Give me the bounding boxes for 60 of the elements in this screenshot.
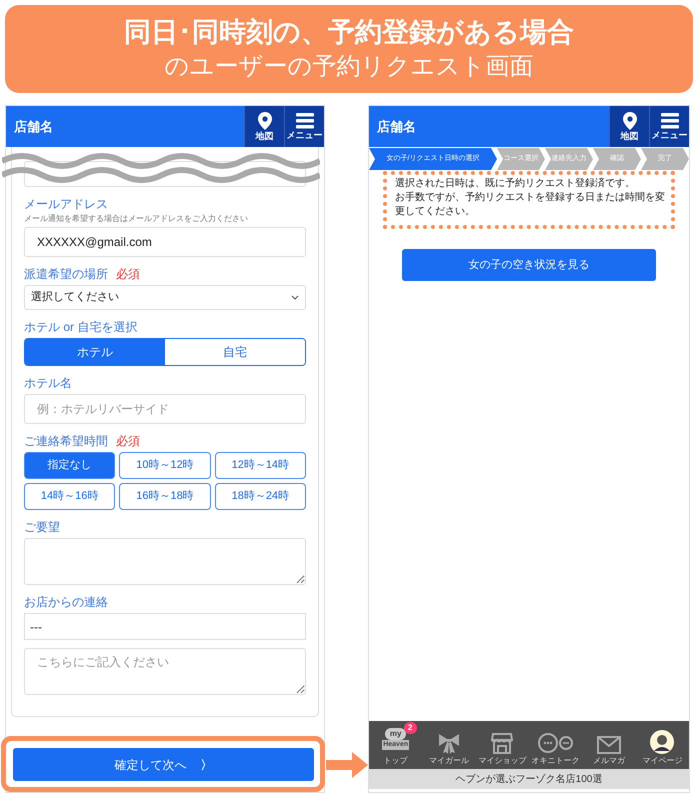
- nav-label: マイガール: [428, 757, 469, 765]
- pointer-arrow: [326, 752, 368, 778]
- menu-icon: [660, 113, 678, 129]
- nav-label: オキニトーク: [532, 757, 580, 765]
- hotel-name-field[interactable]: 例：ホテルリバーサイド: [24, 394, 306, 424]
- store-name: 店舗名: [13, 118, 53, 136]
- field-label: ホテル or 自宅を選択: [24, 319, 138, 336]
- header-button[interactable]: 地図: [244, 106, 284, 147]
- email-field[interactable]: XXXXXX@gmail.com: [24, 227, 306, 257]
- time-option[interactable]: 16時～18時: [119, 483, 211, 510]
- notice-text: お手数ですが、予約リクエストを登録する日または時間を変更してください。: [395, 191, 666, 219]
- nav-item[interactable]: マイガール: [422, 721, 476, 769]
- map-pin-icon: [622, 112, 636, 130]
- nav-item[interactable]: マイページ: [636, 721, 689, 769]
- map-pin-icon: [258, 112, 272, 130]
- nav-item[interactable]: マイショップ: [476, 721, 529, 769]
- envelope-icon: [596, 736, 621, 754]
- ribbon-icon: [436, 732, 461, 754]
- nav-label: マイページ: [642, 757, 682, 765]
- field-label: ホテル名: [24, 375, 72, 392]
- time-option[interactable]: 指定なし: [24, 452, 116, 479]
- nav-item[interactable]: メルマガ: [582, 721, 636, 769]
- notice-text: 選択された日時は、既に予約リクエスト登録済です。: [395, 177, 636, 191]
- field-label: お店からの連絡: [24, 594, 108, 611]
- menu-icon: [296, 113, 314, 129]
- time-option[interactable]: 12時～14時: [214, 452, 306, 479]
- field-label: ご要望: [24, 519, 60, 536]
- field-label: 派遣希望の場所: [24, 266, 108, 283]
- subtitle-text: のユーザーの予約リクエスト画面: [164, 52, 534, 82]
- hint-text: メール通知を希望する場合はメールアドレスをご入力ください: [24, 213, 249, 225]
- time-option[interactable]: 14時～16時: [24, 483, 116, 510]
- header-button[interactable]: メニュー: [649, 106, 689, 147]
- title-text: 同日･同時刻の、予約登録がある場合: [124, 16, 574, 50]
- availability-button[interactable]: 女の子の空き状況を見る: [402, 249, 656, 281]
- chevron-down-icon: [291, 295, 299, 300]
- chat-bubbles-icon: [536, 732, 575, 754]
- store-name: 店舗名: [376, 118, 416, 136]
- nav-label: マイショップ: [478, 757, 526, 765]
- request-textarea[interactable]: [24, 538, 306, 585]
- required-label: 必須: [116, 266, 140, 283]
- field-label: ご連絡希望時間: [24, 433, 108, 450]
- required-label: 必須: [116, 433, 140, 450]
- shop-message-field: ---: [24, 613, 306, 640]
- footer-banner[interactable]: ヘブンが選ぶフーゾク名店100選: [369, 769, 689, 789]
- submit-button[interactable]: 確定して次へ 〉: [13, 748, 314, 781]
- time-option[interactable]: 18時～24時: [214, 483, 306, 510]
- notification-badge: 2: [404, 722, 417, 734]
- time-option[interactable]: 10時～12時: [119, 452, 211, 479]
- shop-icon: [491, 732, 514, 754]
- nav-label: トップ: [384, 757, 408, 765]
- field-label: メールアドレス: [24, 196, 108, 213]
- header-button[interactable]: メニュー: [284, 106, 324, 147]
- avatar-icon: [650, 730, 674, 754]
- nav-label: メルマガ: [592, 757, 625, 765]
- header-button[interactable]: 地図: [609, 106, 649, 147]
- place-select[interactable]: 選択してください: [24, 285, 306, 310]
- input-field[interactable]: [24, 161, 306, 187]
- nav-item[interactable]: オキニトーク: [528, 721, 582, 769]
- reply-textarea[interactable]: こちらにご記入ください: [24, 648, 306, 695]
- segment-tab[interactable]: ホテル: [25, 339, 165, 365]
